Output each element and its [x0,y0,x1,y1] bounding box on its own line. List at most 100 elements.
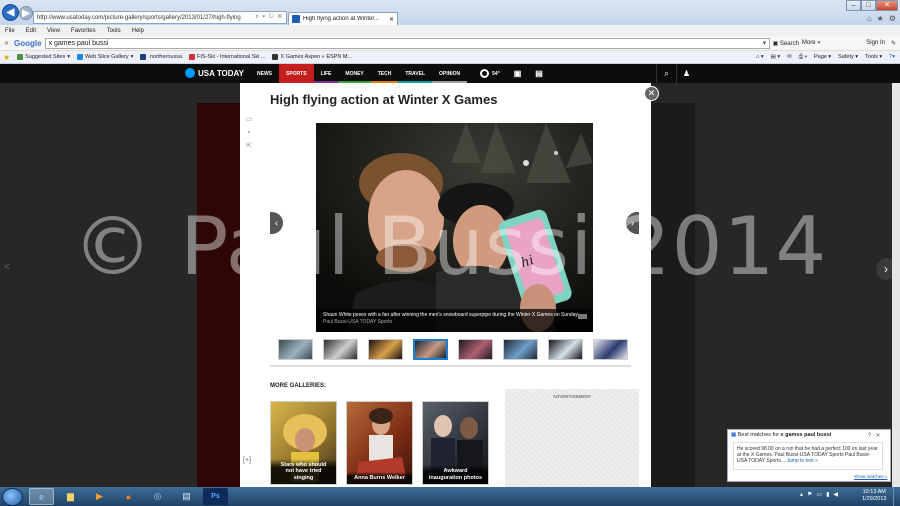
gallery-thumbnail[interactable] [323,339,358,360]
nav-travel[interactable]: TRAVEL [398,64,433,83]
sign-in-button[interactable]: Sign In [866,40,885,47]
thumbnail-scrollbar[interactable] [270,365,631,367]
mail-icon[interactable]: ✉ [787,54,792,61]
home-icon[interactable]: ⌂ [867,14,872,23]
photo-credit: Paul Bussi-USA TODAY Sports [323,319,393,325]
home-page-icon[interactable]: ⌂ ▾ [756,54,764,61]
favorite-web-slice-gallery[interactable]: Web Slice Gallery ▾ [77,54,133,60]
google-more-button[interactable]: More » [802,40,821,46]
weather-temp: 54° [492,70,500,77]
page-menu[interactable]: Page ▾ [814,54,831,61]
favorites-bar: ★ Suggested Sites ▾ Web Slice Gallery ▾ … [0,51,900,64]
address-bar[interactable]: http://www.usatoday.com/picture-gallery/… [33,11,287,24]
media-player-icon[interactable]: ▶ [87,488,112,505]
documents-icon[interactable]: ▤ [174,488,199,505]
tools-menu[interactable]: Tools ▾ [865,54,882,61]
settings-gear-icon[interactable]: ⚙ [889,14,896,23]
tab-close-icon[interactable]: ✕ [389,16,394,23]
display-icon[interactable]: ▭ [816,491,822,498]
google-search-value[interactable]: x games paul bussi [49,40,761,47]
newspaper-icon[interactable]: ▤ [528,64,550,83]
expand-icon[interactable]: [+] [243,457,251,464]
gallery-thumbnail[interactable] [413,339,448,360]
back-button[interactable]: ◀ [2,4,19,21]
minimize-button[interactable]: – [846,0,861,11]
share-icon[interactable]: ⇱ [246,142,252,150]
help-icon[interactable]: ?▾ [889,54,895,61]
tray-expand-icon[interactable]: ▴ [800,491,803,498]
menu-edit[interactable]: Edit [26,28,36,34]
gallery-thumbnail[interactable] [593,339,628,360]
nav-news[interactable]: NEWS [250,64,279,83]
menu-file[interactable]: File [5,28,15,34]
close-window-button[interactable]: ✕ [876,0,898,11]
gallery-thumbnail[interactable] [503,339,538,360]
chevron-down-icon[interactable]: ▾ [761,39,769,47]
safety-menu[interactable]: Safety ▾ [838,54,858,61]
photoshop-icon[interactable]: Ps [203,488,228,505]
jump-to-text-link[interactable]: Jump to text » [786,458,817,464]
menu-favorites[interactable]: Favorites [71,28,96,34]
gallery-thumbnail[interactable] [458,339,493,360]
window-controls: – □ ✕ [846,0,898,11]
menu-tools[interactable]: Tools [107,28,121,34]
address-tools-icon[interactable]: ⌕ ▾ ↻ ✕ [255,14,286,21]
close-icon[interactable]: ✕ [875,433,884,439]
weather-widget[interactable]: 54° [473,64,507,83]
browser-tab[interactable]: High flying action at Winter... ✕ [288,12,398,25]
favorite-fis-ski[interactable]: FIS-Ski - International Ski ... [189,54,265,60]
gallery-card[interactable]: Anna Burns Welker [346,401,413,485]
menu-help[interactable]: Help [132,28,144,34]
google-search-button[interactable]: ▣ Search [773,40,799,47]
gallery-thumbnail[interactable] [368,339,403,360]
flag-icon[interactable]: ⚑ [807,491,812,498]
app-icon[interactable]: ◎ [145,488,170,505]
show-matches-link[interactable]: Show matches » [854,474,887,479]
menu-view[interactable]: View [47,28,60,34]
network-icon[interactable]: ▮ [826,491,829,498]
favorites-star-icon[interactable]: ★ [877,14,884,23]
google-logo: Google [14,38,42,48]
nav-sports[interactable]: SPORTS [279,64,314,83]
share-tools: ▭ ▪ ⇱ [240,115,258,150]
system-clock[interactable]: 10:13 AM 1/29/2013 [862,489,886,503]
gallery-thumbnail[interactable] [548,339,583,360]
firefox-icon[interactable]: ● [116,488,141,505]
show-desktop-button[interactable] [893,487,900,506]
favorite-x-games[interactable]: X Games Aspen « ESPN M... [272,54,352,60]
camera-icon[interactable]: ▣ [507,64,529,83]
user-icon[interactable]: ♟ [676,64,696,83]
usatoday-logo[interactable]: USA TODAY [185,68,244,78]
nav-opinion[interactable]: OPINION [432,64,468,83]
gallery-title: High flying action at Winter X Games [270,92,498,107]
caption-toggle-button[interactable] [578,314,587,319]
print-icon[interactable]: ⎙ ▾ [799,54,807,61]
google-search-input[interactable]: x games paul bussi ▾ [44,37,770,49]
start-button[interactable] [2,488,23,506]
file-explorer-icon[interactable]: ▆ [58,488,83,505]
gallery-card[interactable]: Awkward inauguration photos [422,401,489,485]
nav-money[interactable]: MONEY [338,64,371,83]
url-text[interactable]: http://www.usatoday.com/picture-gallery/… [37,15,241,21]
forward-button[interactable]: ▶ [19,6,33,20]
favorite-suggested-sites[interactable]: Suggested Sites ▾ [17,54,70,60]
facebook-icon[interactable]: ▪ [248,129,250,136]
advertisement-label: ADVERTISEMENT [552,394,592,399]
favorite-northernussa[interactable]: .northernussa [140,54,182,60]
nav-life[interactable]: LIFE [313,64,339,83]
feeds-icon[interactable]: ▤ ▾ [771,54,781,61]
gallery-thumbnail[interactable] [278,339,313,360]
more-galleries-heading: MORE GALLERIES: [270,383,327,389]
volume-icon[interactable]: ◀ [833,491,838,498]
internet-explorer-icon[interactable]: e [29,488,54,505]
close-toolbar-icon[interactable]: ✕ [4,40,14,47]
wrench-icon[interactable]: ✎ [891,40,896,47]
comment-icon[interactable]: ▭ [246,115,253,123]
favorites-star-icon[interactable]: ★ [3,53,10,62]
close-icon[interactable]: ✕ [644,86,659,101]
search-icon[interactable]: ⌕ [656,64,676,83]
nav-tech[interactable]: TECH [370,64,399,83]
notification-body[interactable]: He scored 98.00 on a run that he had a p… [733,442,883,470]
gallery-card[interactable]: Stars who should not have tried singing [270,401,337,485]
maximize-button[interactable]: □ [861,0,876,11]
